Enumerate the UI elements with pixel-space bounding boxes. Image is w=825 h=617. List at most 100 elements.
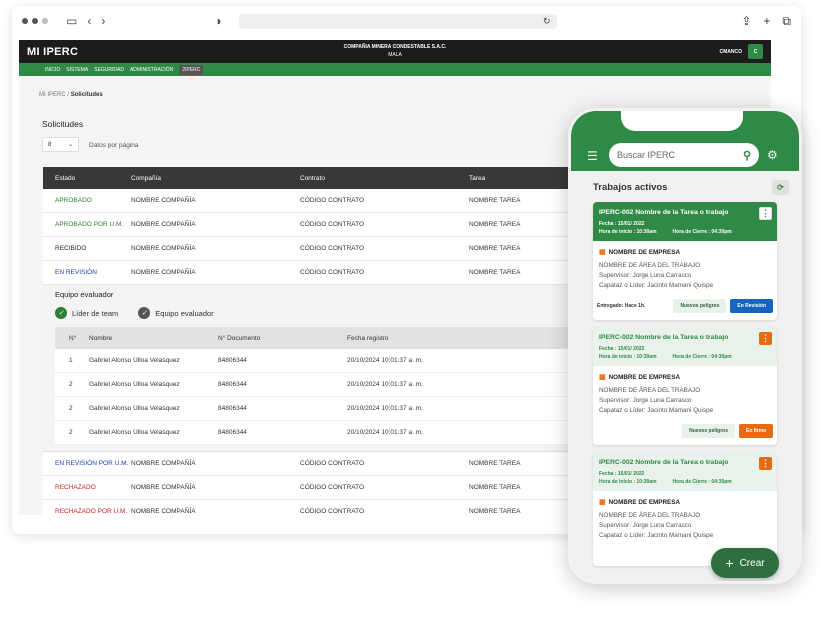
new-hazards-button[interactable]: Nuevos peligros xyxy=(682,424,735,438)
more-options-icon[interactable]: ⋮ xyxy=(759,332,772,345)
start-time: Hora de inicio : 10:30am xyxy=(599,479,657,485)
status-badge[interactable]: En Revisión xyxy=(730,299,773,313)
breadcrumb-root[interactable]: MI IPERC / xyxy=(39,92,69,98)
search-icon[interactable]: ⚲ xyxy=(743,149,751,162)
plus-icon: + xyxy=(725,555,734,571)
shield-icon[interactable]: ◗ xyxy=(215,15,222,27)
job-date: Fecha : 15/01/ 2022 xyxy=(599,346,645,352)
job-card-header: IPERC-002 Nombre de la Tarea o trabajo Fe… xyxy=(593,452,777,491)
contrato-cell: CÓDIGO CONTRATO xyxy=(300,484,365,491)
job-card-footer: Nuevos peligros En firma xyxy=(593,421,777,445)
address-bar[interactable]: ↻ xyxy=(238,13,557,29)
filter-settings-icon[interactable]: ⚙ xyxy=(767,148,778,162)
breadcrumb-current: Solicitudes xyxy=(70,92,103,98)
evaluator-nombre: Gabriel Alonso Ulloa Velasquez xyxy=(89,405,180,412)
create-button[interactable]: + Crear xyxy=(711,548,779,578)
end-time: Hora de Cierre : 04:30pm xyxy=(672,354,732,360)
evaluator-nombre: Gabriel Alonso Ulloa Velasquez xyxy=(89,357,180,364)
mobile-search-input[interactable]: Buscar IPERC ⚲ xyxy=(609,143,759,167)
page-size-select[interactable]: 8 ⌄ xyxy=(42,137,79,152)
contrato-cell: CÓDIGO CONTRATO xyxy=(300,508,365,515)
company-name: ▦ NOMBRE DE EMPRESA xyxy=(599,248,771,258)
more-options-icon[interactable]: ⋮ xyxy=(759,207,772,220)
status-label: RECHAZADO POR U.M. xyxy=(55,508,128,515)
status-label: EN REVISIÓN xyxy=(55,269,97,276)
status-label: APROBADO xyxy=(55,197,92,204)
menu-item-inicio[interactable]: INICIO xyxy=(45,67,60,73)
share-icon[interactable]: ⇪ xyxy=(741,14,751,29)
building-icon: ▦ xyxy=(599,499,606,506)
mobile-header: ☰ Buscar IPERC ⚲ ⚙ xyxy=(571,111,799,171)
job-hours: Hora de inicio : 10:30am Hora de Cierre :… xyxy=(599,229,771,235)
contrato-cell: CÓDIGO CONTRATO xyxy=(300,221,365,228)
contrato-cell: CÓDIGO CONTRATO xyxy=(300,269,365,276)
job-supervisor: Supervisor: Jorge Luna Carrasco xyxy=(599,272,692,279)
job-title: IPERC-002 Nombre de la Tarea o trabajo xyxy=(599,334,729,341)
window-controls[interactable] xyxy=(22,18,48,24)
evaluator-fecha: 20/10/2024 10:01:37 a. m. xyxy=(347,381,423,388)
back-icon[interactable]: ‹ xyxy=(87,15,91,27)
mobile-device: ☰ Buscar IPERC ⚲ ⚙ Trabajos activos ⟳ IPER… xyxy=(568,108,802,584)
menu-item-seguridad[interactable]: SEGURIDAD xyxy=(94,67,124,73)
create-button-label: Crear xyxy=(739,557,765,569)
job-title: IPERC-002 Nombre de la Tarea o trabajo xyxy=(599,209,729,216)
job-card[interactable]: IPERC-002 Nombre de la Tarea o trabajo Fe… xyxy=(593,327,777,445)
contrato-cell: CÓDIGO CONTRATO xyxy=(300,245,365,252)
start-time: Hora de inicio : 10:30am xyxy=(599,354,657,360)
end-time: Hora de Cierre : 04:30pm xyxy=(672,479,732,485)
evaluator-n: 2 xyxy=(69,405,73,412)
job-hours: Hora de inicio : 10:30am Hora de Cierre :… xyxy=(599,479,771,485)
sidebar-toggle-icon[interactable]: ▭ xyxy=(66,15,77,27)
status-label: EN REVISIÓN POR U.M. xyxy=(55,460,129,467)
status-label: RECIBIDO xyxy=(55,245,87,252)
mobile-content: Trabajos activos ⟳ IPERC-002 Nombre de la… xyxy=(571,171,799,581)
page-size-value: 8 xyxy=(48,141,52,148)
tabs-overview-icon[interactable]: ⧉ xyxy=(782,14,791,29)
reload-icon[interactable]: ↻ xyxy=(543,16,551,27)
main-menu: INICIO SISTEMA SEGURIDAD ADMINISTRACIÓN 2IPE… xyxy=(19,63,771,76)
column-header[interactable]: Contrato xyxy=(300,175,469,182)
compania-cell: NOMBRE COMPAÑÍA xyxy=(131,484,196,491)
status-badge[interactable]: En firma xyxy=(738,424,773,438)
browser-toolbar: ▭ ‹ › ◗ ↻ ⇪ + ⧉ xyxy=(12,6,801,36)
menu-item-administración[interactable]: ADMINISTRACIÓN xyxy=(130,67,173,73)
menu-item-sistema[interactable]: SISTEMA xyxy=(66,67,88,73)
more-options-icon[interactable]: ⋮ xyxy=(759,457,772,470)
compania-cell: NOMBRE COMPAÑÍA xyxy=(131,508,196,515)
menu-item-2iperc[interactable]: 2IPERC xyxy=(179,64,204,75)
building-icon: ▦ xyxy=(599,374,606,381)
compania-cell: NOMBRE COMPAÑÍA xyxy=(131,269,196,276)
company-name: COMPAÑIA MINERA CONDESTABLE S.A.C. xyxy=(343,44,447,50)
job-capataz: Capataz o Líder: Jacinto Mamani Quispe xyxy=(599,282,714,289)
forward-icon[interactable]: › xyxy=(101,15,105,27)
job-card[interactable]: IPERC-002 Nombre de la Tarea o trabajo Fe… xyxy=(593,202,777,320)
start-time: Hora de inicio : 10:30am xyxy=(599,229,657,235)
job-supervisor: Supervisor: Jorge Luna Carrasco xyxy=(599,397,692,404)
job-area: NOMBRE DE ÁREA DEL TRABAJO xyxy=(599,387,701,394)
end-time: Hora de Cierre : 04:30pm xyxy=(672,229,732,235)
company-name: ▦ NOMBRE DE EMPRESA xyxy=(599,373,771,383)
evaluator-n: 2 xyxy=(69,381,73,388)
compania-cell: NOMBRE COMPAÑÍA xyxy=(131,460,196,467)
evaluator-fecha: 20/10/2024 10:01:37 a. m. xyxy=(347,405,423,412)
new-hazards-button[interactable]: Nuevos peligros xyxy=(673,299,727,313)
column-header[interactable]: Estado xyxy=(43,175,131,182)
new-tab-icon[interactable]: + xyxy=(763,14,770,29)
compania-cell: NOMBRE COMPAÑÍA xyxy=(131,197,196,204)
legend-leader-label: Líder de team xyxy=(72,308,119,318)
company-name-text: NOMBRE DE EMPRESA xyxy=(608,499,680,506)
company-name: ▦ NOMBRE DE EMPRESA xyxy=(599,498,771,508)
legend-team-label: Equipo evaluador xyxy=(155,308,214,318)
job-title: IPERC-002 Nombre de la Tarea o trabajo xyxy=(599,459,729,466)
delivered-time: Entregado: Hace 1h. xyxy=(597,303,646,309)
evaluator-n: 2 xyxy=(69,429,73,436)
chevron-down-icon: ⌄ xyxy=(67,142,73,148)
refresh-icon[interactable]: ⟳ xyxy=(772,180,789,195)
company-name-text: NOMBRE DE EMPRESA xyxy=(608,249,680,256)
column-header[interactable]: Compañía xyxy=(131,175,300,182)
job-card-body: ▦ NOMBRE DE EMPRESA NOMBRE DE ÁREA DEL TRA… xyxy=(593,491,777,546)
evaluator-fecha: 20/10/2024 10:01:37 a. m. xyxy=(347,357,423,364)
hamburger-menu-icon[interactable]: ☰ xyxy=(587,149,598,163)
evaluator-column-header: N° xyxy=(69,334,77,342)
page-title: Solicitudes xyxy=(42,119,84,129)
